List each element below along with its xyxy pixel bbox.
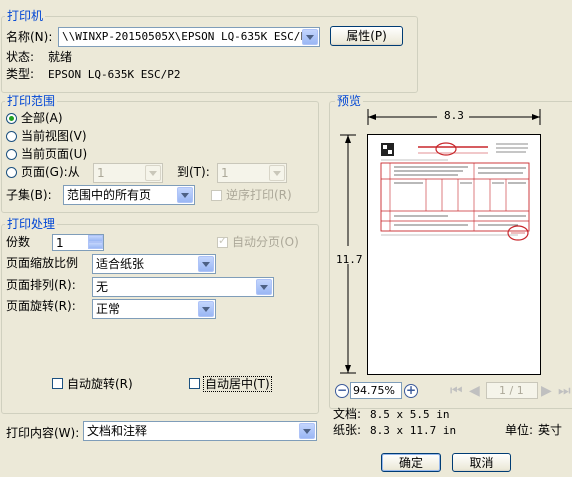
first-page-icon[interactable]: ⏮ <box>450 384 463 398</box>
auto-rotate-checkbox[interactable] <box>52 378 63 389</box>
chevron-down-icon[interactable] <box>302 29 318 45</box>
printer-legend: 打印机 <box>5 9 46 23</box>
scaling-select[interactable]: 适合纸张 <box>92 254 216 274</box>
range-current-view-label[interactable]: 当前视图(V) <box>21 129 87 143</box>
rotate-value: 正常 <box>96 302 121 316</box>
chevron-down-icon[interactable] <box>145 165 161 181</box>
zoom-value: 94.75% <box>353 384 395 397</box>
last-page-icon[interactable]: ⏭ <box>558 384 571 398</box>
arrange-select[interactable]: 无 <box>92 277 274 297</box>
previous-page-icon[interactable]: ◀ <box>469 384 480 398</box>
doc-size-label: 文档: <box>333 407 362 421</box>
range-all-label[interactable]: 全部(A) <box>21 111 63 125</box>
range-pages-label[interactable]: 页面(G):从 <box>21 165 80 179</box>
content-label: 打印内容(W): <box>6 426 80 440</box>
printer-name-select[interactable]: \\WINXP-20150505X\EPSON LQ-635K ESC/P2 <box>58 27 320 47</box>
reverse-print-label[interactable]: 逆序打印(R) <box>226 188 292 202</box>
auto-rotate-label[interactable]: 自动旋转(R) <box>67 377 133 391</box>
chevron-down-icon[interactable] <box>198 301 214 317</box>
print-handling-legend: 打印处理 <box>5 217 58 231</box>
range-to-select[interactable]: 1 <box>217 163 287 183</box>
preview-legend: 预览 <box>335 94 364 108</box>
width-dimension-label: 8.3 <box>444 109 464 122</box>
range-all-radio[interactable] <box>6 113 17 124</box>
unit-value: 英寸 <box>538 423 563 437</box>
printer-name-value: \\WINXP-20150505X\EPSON LQ-635K ESC/P2 <box>62 30 314 43</box>
content-select[interactable]: 文档和注释 <box>83 421 317 441</box>
scaling-label: 页面缩放比例 <box>6 256 79 270</box>
dialog-top-edge <box>0 0 572 4</box>
arrange-value: 无 <box>96 280 109 294</box>
range-current-page-radio[interactable] <box>6 149 17 160</box>
page-preview <box>367 134 541 375</box>
printer-status-label: 状态: <box>6 50 35 64</box>
subset-select[interactable]: 范围中的所有页 <box>63 185 195 205</box>
print-range-legend: 打印范围 <box>5 94 58 108</box>
rotate-select[interactable]: 正常 <box>92 299 216 319</box>
printer-status-value: 就绪 <box>48 50 73 64</box>
height-dimension-label: 11.7 <box>336 253 363 266</box>
rotate-label: 页面旋转(R): <box>6 299 76 313</box>
range-to-value: 1 <box>221 166 229 180</box>
zoom-in-icon[interactable]: + <box>404 384 418 398</box>
properties-button[interactable]: 属性(P) <box>330 26 403 46</box>
copies-spin-buttons[interactable] <box>88 235 103 250</box>
auto-center-checkbox[interactable] <box>189 378 200 389</box>
collate-label[interactable]: 自动分页(O) <box>232 235 299 249</box>
zoom-out-icon[interactable]: − <box>335 384 349 398</box>
doc-size-value: 8.5 x 5.5 in <box>370 408 450 421</box>
chevron-down-icon[interactable] <box>177 187 193 203</box>
range-from-value: 1 <box>97 166 105 180</box>
range-from-select[interactable]: 1 <box>93 163 163 183</box>
range-pages-radio[interactable] <box>6 167 17 178</box>
ok-button[interactable]: 确定 <box>381 453 441 472</box>
copies-value: 1 <box>56 236 64 250</box>
invoice-thumbnail <box>380 142 530 241</box>
page-indicator: 1 / 1 <box>499 384 524 397</box>
printer-name-label: 名称(N): <box>6 30 53 44</box>
reverse-print-checkbox[interactable] <box>211 190 222 201</box>
range-current-page-label[interactable]: 当前页面(U) <box>21 147 87 161</box>
chevron-down-icon[interactable] <box>198 256 214 272</box>
page-indicator-field[interactable]: 1 / 1 <box>486 382 538 399</box>
scaling-value: 适合纸张 <box>96 257 145 271</box>
next-page-icon[interactable]: ▶ <box>541 384 552 398</box>
collate-checkbox[interactable] <box>217 234 228 248</box>
chevron-down-icon[interactable] <box>269 165 285 181</box>
chevron-down-icon[interactable] <box>299 423 315 439</box>
range-current-view-radio[interactable] <box>6 131 17 142</box>
range-to-label: 到(T): <box>177 165 210 179</box>
chevron-down-icon[interactable] <box>256 279 272 295</box>
printer-type-label: 类型: <box>6 67 35 81</box>
copies-spinner[interactable]: 1 <box>52 234 104 251</box>
zoom-input[interactable]: 94.75% <box>350 382 402 399</box>
unit-label: 单位: <box>505 423 534 437</box>
auto-center-label[interactable]: 自动居中(T) <box>203 376 272 392</box>
paper-size-value: 8.3 x 11.7 in <box>370 424 457 437</box>
printer-type-value: EPSON LQ-635K ESC/P2 <box>48 68 181 81</box>
subset-label: 子集(B): <box>6 188 52 202</box>
subset-value: 范围中的所有页 <box>67 188 152 202</box>
cancel-button[interactable]: 取消 <box>452 453 511 472</box>
content-value: 文档和注释 <box>87 424 148 438</box>
copies-label: 份数 <box>6 235 31 249</box>
paper-size-label: 纸张: <box>333 423 362 437</box>
arrange-label: 页面排列(R): <box>6 278 76 292</box>
